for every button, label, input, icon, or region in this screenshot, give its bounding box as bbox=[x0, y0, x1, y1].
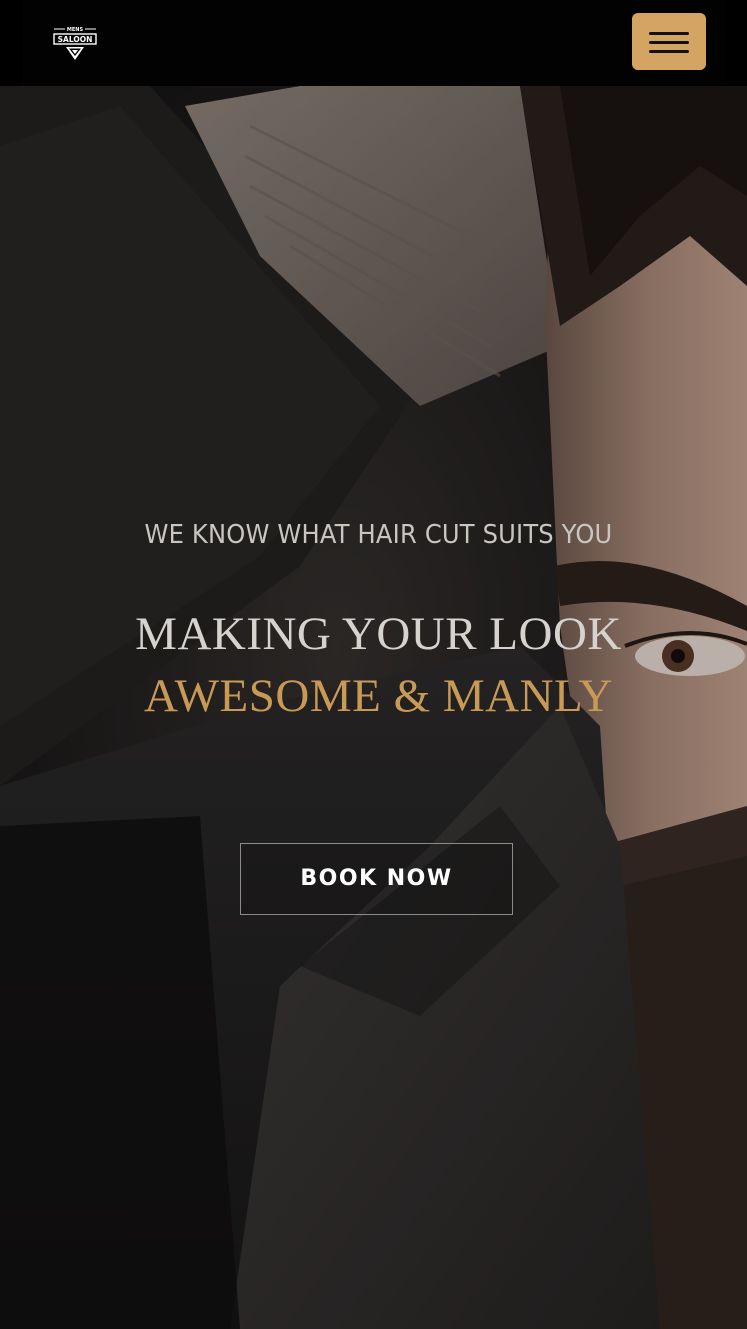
hamburger-menu-icon bbox=[649, 32, 689, 35]
navbar-inner: MENS SALOON bbox=[22, 0, 725, 86]
hero-tagline: WE KNOW WHAT HAIR CUT SUITS YOU bbox=[144, 520, 613, 550]
hamburger-menu-icon-bar bbox=[649, 50, 689, 53]
hamburger-menu-icon-bar bbox=[649, 41, 689, 44]
logo-top-text: MENS bbox=[67, 27, 84, 33]
book-now-button[interactable]: BOOK NOW bbox=[240, 843, 513, 915]
hamburger-menu-button[interactable] bbox=[632, 13, 706, 70]
site-logo[interactable]: MENS SALOON bbox=[48, 22, 102, 66]
hero-title-line-2: AWESOME & MANLY bbox=[143, 670, 613, 722]
top-navbar: MENS SALOON bbox=[0, 0, 747, 86]
hero-section: WE KNOW WHAT HAIR CUT SUITS YOU MAKING Y… bbox=[0, 86, 747, 1329]
page: MENS SALOON WE KNOW WHAT HAIR CUT SUITS … bbox=[0, 0, 747, 1329]
hero-title-line-1: MAKING YOUR LOOK bbox=[135, 608, 622, 660]
diamond-crest-icon bbox=[66, 47, 84, 60]
logo-main-text: SALOON bbox=[58, 35, 93, 44]
